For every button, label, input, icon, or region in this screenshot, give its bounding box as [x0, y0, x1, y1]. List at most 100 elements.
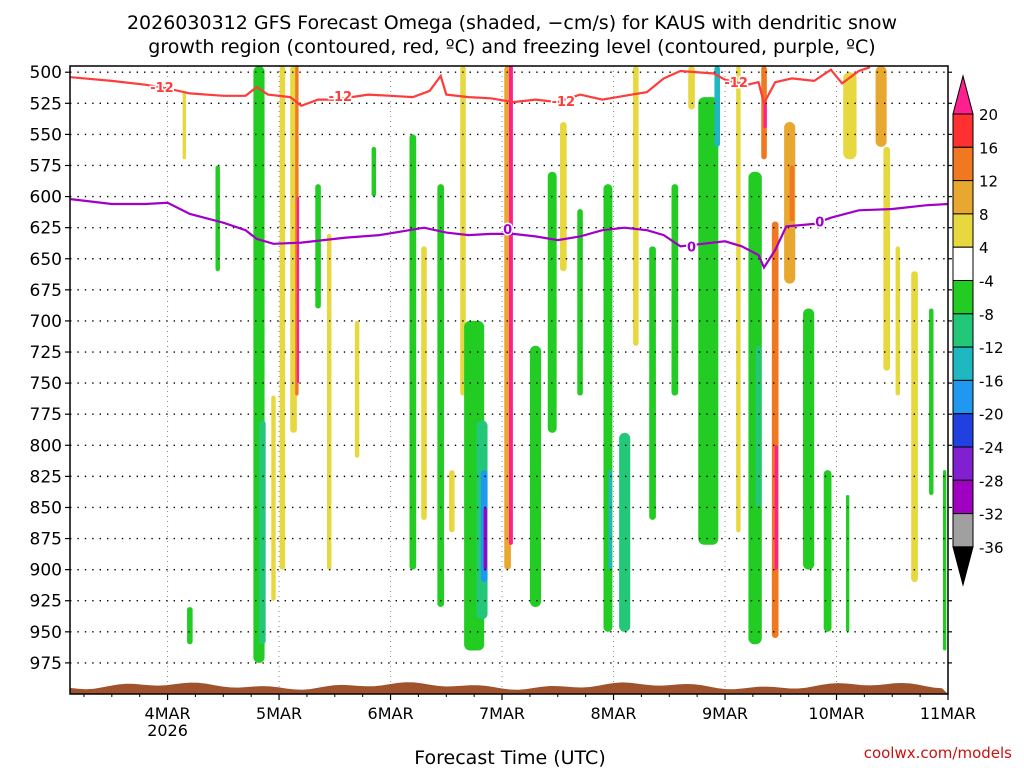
colorbar-label: -12	[979, 339, 1004, 357]
omega-feature-17	[449, 470, 455, 533]
x-tick-label: 5MAR	[256, 704, 302, 723]
y-tick-label: 650	[30, 250, 62, 270]
omega-feature-26	[547, 171, 557, 433]
colorbar-label: -28	[979, 472, 1004, 490]
freezing-contour-label: 0	[687, 240, 696, 255]
omega-feature-56	[942, 470, 947, 651]
colorbar-label: -32	[979, 506, 1004, 524]
colorbar-bin	[952, 313, 974, 348]
colorbar-bin	[952, 146, 974, 182]
chart-title: 2026030312 GFS Forecast Omega (shaded, −…	[127, 12, 897, 58]
omega-feature-43	[771, 221, 779, 639]
y-tick-label: 875	[30, 530, 62, 550]
omega-feature-44	[774, 445, 778, 570]
colorbar: 20 16 12 8 4 -4 -8 -12 -16 -20 -24 -28 -32 -36	[952, 74, 1004, 587]
colorbar-bin	[952, 213, 974, 248]
colorbar-label: -8	[979, 306, 994, 324]
y-tick-label: 950	[30, 623, 62, 643]
omega-feature-37	[714, 66, 720, 147]
y-tick-label: 700	[30, 312, 62, 332]
dgz-contour-label: -12	[552, 95, 576, 110]
omega-feature-54	[911, 271, 918, 583]
omega-feature-48	[823, 470, 832, 632]
y-tick-label: 625	[30, 219, 62, 239]
omega-feature-6	[279, 66, 286, 570]
y-tick-label: 575	[30, 156, 62, 176]
omega-feature-16	[437, 184, 445, 607]
colorbar-top-arrow	[952, 74, 974, 115]
colorbar-bin	[952, 180, 974, 215]
dgz-contour-label: -12	[724, 76, 748, 91]
y-tick-label: 600	[30, 188, 62, 208]
omega-feature-30	[608, 470, 612, 570]
colorbar-label: 4	[979, 239, 989, 257]
x-tick-label: 10MAR	[808, 704, 864, 723]
x-tick-label: 11MAR	[920, 704, 976, 723]
omega-feature-49	[843, 72, 857, 160]
omega-feature-55	[929, 308, 934, 496]
plot-area: -12 -12 -12 -12 0 0 0 500 525 550 575 600 625 650 675 7…	[30, 63, 977, 740]
omega-feature-42	[763, 103, 767, 129]
x-tick-label: 7MAR	[479, 704, 525, 723]
x-tick-label: 6MAR	[368, 704, 414, 723]
omega-feature-5	[271, 395, 276, 601]
colorbar-label: -36	[979, 539, 1004, 557]
y-tick-label: 975	[30, 654, 62, 674]
omega-feature-13	[371, 146, 377, 197]
omega-feature-32	[633, 66, 639, 346]
omega-feature-4	[258, 420, 266, 645]
omega-feature-9	[296, 196, 300, 384]
y-tick-label: 800	[30, 436, 62, 456]
omega-feature-24	[509, 66, 513, 545]
colorbar-bin	[952, 479, 974, 515]
y-tick-label: 525	[30, 94, 62, 114]
colorbar-bin	[952, 280, 974, 315]
y-tick-label: 550	[30, 125, 62, 145]
colorbar-label: -16	[979, 372, 1004, 390]
y-tick-label: 825	[30, 467, 62, 487]
omega-feature-47	[803, 308, 815, 570]
omega-feature-2	[215, 165, 220, 272]
omega-feature-31	[619, 432, 631, 632]
omega-feature-36	[698, 97, 719, 545]
colorbar-label: -24	[979, 439, 1004, 457]
dgz-contour-label: -12	[329, 90, 353, 105]
freezing-contour-label: 0	[503, 223, 512, 238]
colorbar-bin	[952, 346, 974, 381]
x-tick-year-label: 2026	[147, 721, 188, 740]
y-tick-label: 675	[30, 281, 62, 301]
colorbar-label: -4	[979, 273, 994, 291]
colorbar-label: 12	[979, 173, 998, 191]
dgz-contour-label: -12	[150, 81, 174, 96]
y-tick-label: 925	[30, 592, 62, 612]
omega-feature-1	[187, 606, 193, 645]
omega-feature-46	[789, 165, 795, 222]
colorbar-label: 16	[979, 139, 998, 157]
omega-feature-11	[326, 233, 332, 570]
x-tick-label: 8MAR	[591, 704, 637, 723]
omega-feature-25	[529, 345, 542, 607]
y-tick-label: 900	[30, 561, 62, 581]
y-tick-label: 500	[30, 63, 62, 83]
colorbar-bin	[952, 246, 974, 281]
omega-feature-50	[845, 495, 850, 632]
site-credit: coolwx.com/models	[864, 744, 1012, 762]
omega-feature-38	[736, 66, 741, 533]
colorbar-bin	[952, 446, 974, 481]
title-line-1: 2026030312 GFS Forecast Omega (shaded, −…	[127, 12, 897, 34]
y-tick-label: 725	[30, 343, 62, 363]
colorbar-bottom-arrow	[952, 546, 974, 587]
omega-feature-12	[354, 320, 360, 458]
freezing-contour-label: 0	[815, 215, 824, 230]
colorbar-label: 20	[979, 106, 998, 124]
omega-feature-27	[560, 121, 567, 272]
omega-feature-40	[755, 345, 762, 508]
title-line-2: growth region (contoured, red, ºC) and f…	[148, 36, 875, 58]
colorbar-bin	[952, 379, 974, 415]
colorbar-label: -20	[979, 406, 1004, 424]
colorbar-bin	[952, 413, 974, 448]
y-tick-label: 775	[30, 405, 62, 425]
y-tick-label: 850	[30, 498, 62, 518]
y-tick-label: 750	[30, 374, 62, 394]
omega-feature-0	[182, 90, 186, 160]
